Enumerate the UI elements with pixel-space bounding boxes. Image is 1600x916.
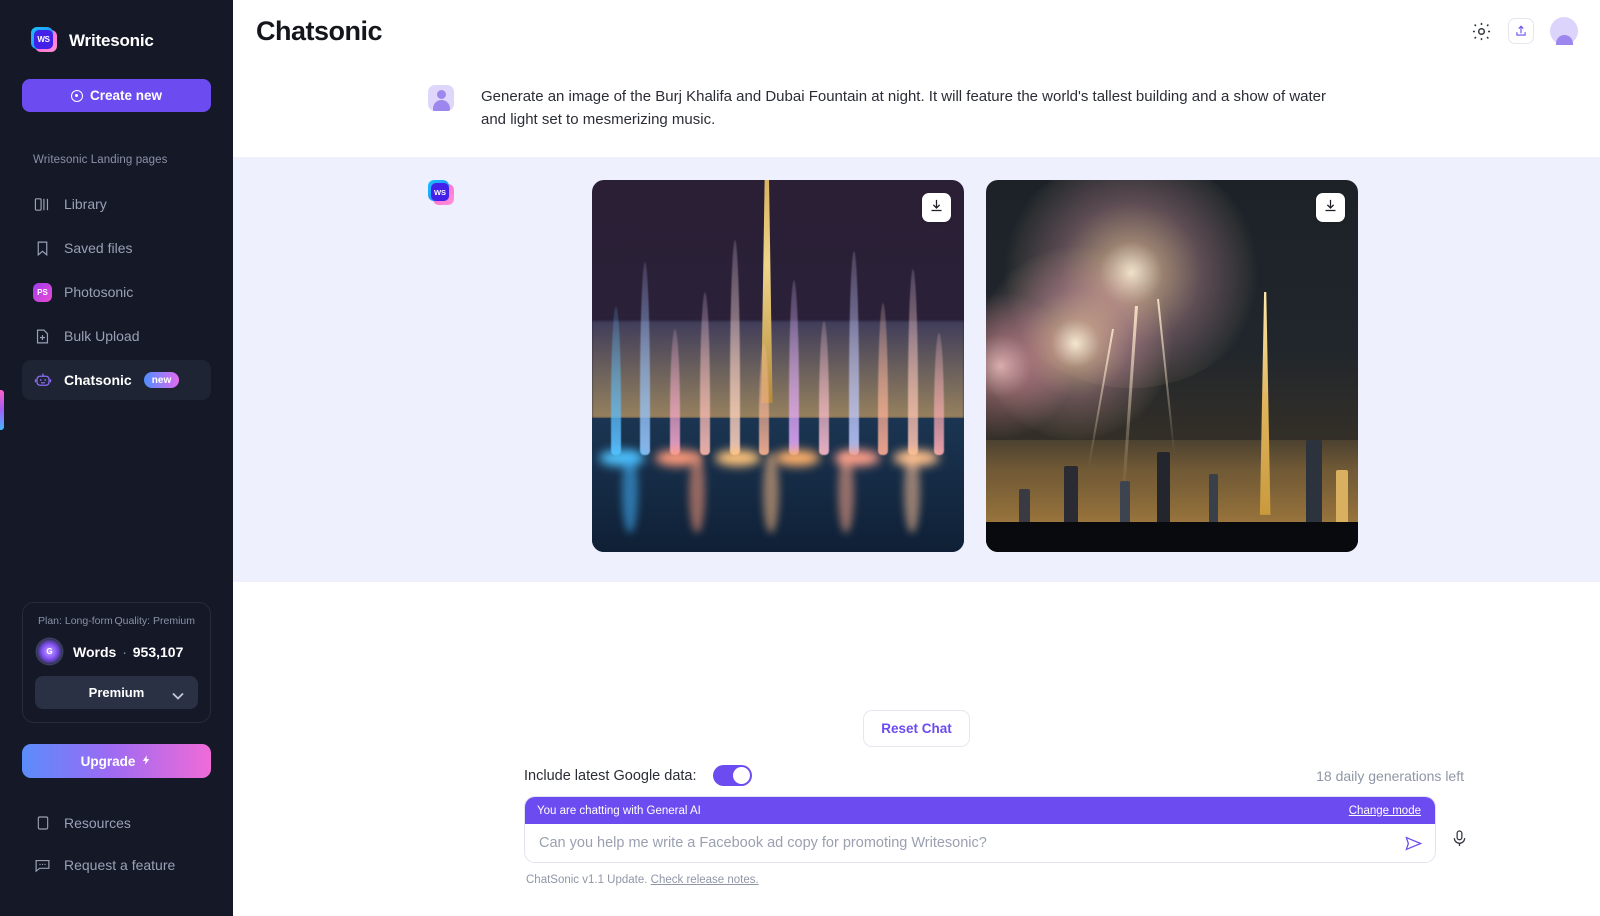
sidebar-item-library[interactable]: Library: [22, 184, 211, 224]
sidebar: WS Writesonic Create new Writesonic Land…: [0, 0, 233, 916]
writesonic-logo-icon: WS: [31, 27, 59, 55]
avatar[interactable]: [1550, 17, 1578, 45]
plan-type: Plan: Long-form: [38, 615, 113, 627]
sidebar-section-label: Writesonic Landing pages: [33, 154, 168, 166]
generated-image-2[interactable]: [986, 180, 1358, 552]
gear-icon[interactable]: [1471, 21, 1492, 42]
new-badge: new: [143, 372, 180, 388]
chat-input[interactable]: [539, 835, 1396, 851]
sidebar-item-label: Bulk Upload: [64, 328, 140, 344]
logo-text: WS: [431, 183, 449, 201]
send-icon[interactable]: [1396, 834, 1423, 853]
robot-icon: [33, 371, 52, 390]
download-button[interactable]: [1316, 193, 1345, 222]
app-root: WS Writesonic Create new Writesonic Land…: [0, 0, 1600, 916]
release-prefix: ChatSonic v1.1 Update.: [526, 874, 648, 886]
brand[interactable]: WS Writesonic: [0, 0, 233, 62]
sidebar-item-label: Chatsonic: [64, 372, 132, 388]
sidebar-item-resources[interactable]: Resources: [22, 804, 211, 842]
message-icon: [33, 856, 52, 875]
sidebar-item-label: Request a feature: [64, 857, 176, 873]
bot-message: WS: [233, 157, 1600, 582]
words-value: 953,107: [132, 643, 184, 660]
upgrade-label: Upgrade: [80, 753, 136, 769]
create-new-button[interactable]: Create new: [22, 79, 211, 112]
sidebar-item-bulk-upload[interactable]: Bulk Upload: [22, 316, 211, 356]
topbar-actions: [1471, 17, 1578, 45]
sidebar-item-saved-files[interactable]: Saved files: [22, 228, 211, 268]
sidebar-item-label: Saved files: [64, 240, 133, 256]
upgrade-button[interactable]: Upgrade: [22, 744, 211, 778]
brand-name: Writesonic: [69, 31, 154, 50]
input-row: [525, 824, 1435, 862]
file-plus-icon: [33, 327, 52, 346]
words-row: G Words · 953,107: [35, 629, 198, 664]
release-notes-link[interactable]: Check release notes.: [651, 874, 759, 886]
user-message: Generate an image of the Burj Khalifa an…: [233, 62, 1600, 157]
sidebar-item-label: Library: [64, 196, 107, 212]
mode-bar: You are chatting with General AI Change …: [525, 797, 1435, 824]
generations-left: 18 daily generations left: [1316, 767, 1464, 784]
sidebar-bottom-nav: Resources Request a feature: [0, 800, 233, 916]
change-mode-link[interactable]: Change mode: [1349, 805, 1421, 817]
mode-text: You are chatting with General AI: [537, 804, 701, 817]
composer-inner: Include latest Google data: 18 daily gen…: [329, 765, 1504, 886]
reset-chat-wrap: Reset Chat: [233, 696, 1600, 747]
logo-text: WS: [34, 30, 53, 49]
input-outer: You are chatting with General AI Change …: [524, 796, 1504, 863]
generated-image-1[interactable]: [592, 180, 964, 552]
sidebar-item-label: Resources: [64, 815, 131, 831]
words-counter: Words · 953,107: [73, 644, 183, 660]
user-avatar-icon: [428, 85, 454, 111]
chat-input-box: You are chatting with General AI Change …: [524, 796, 1436, 863]
chevron-down-icon: [172, 688, 184, 703]
active-indicator-bar: [0, 390, 4, 430]
download-icon: [929, 198, 944, 218]
download-icon: [1323, 198, 1338, 218]
download-button[interactable]: [922, 193, 951, 222]
user-message-text: Generate an image of the Burj Khalifa an…: [481, 88, 1327, 128]
google-data-row: Include latest Google data: 18 daily gen…: [524, 765, 1464, 786]
words-label: Words: [73, 643, 117, 660]
topbar: Chatsonic: [233, 0, 1600, 62]
sidebar-item-chatsonic[interactable]: Chatsonic new: [22, 360, 211, 400]
sidebar-item-label: Photosonic: [64, 284, 134, 300]
google-toggle-group: Include latest Google data:: [524, 765, 752, 786]
words-separator: ·: [122, 643, 127, 660]
quality-select-value: Premium: [88, 685, 145, 700]
google-data-toggle[interactable]: [712, 765, 752, 786]
sidebar-item-photosonic[interactable]: PS Photosonic: [22, 272, 211, 312]
library-icon: [33, 195, 52, 214]
plan-row: Plan: Long-form Quality: Premium: [35, 615, 198, 629]
microphone-icon[interactable]: [1450, 827, 1469, 863]
share-icon[interactable]: [1508, 18, 1534, 44]
main-area: Chatsonic Generate an image of the Burj …: [233, 0, 1600, 916]
page-title: Chatsonic: [256, 15, 383, 46]
reset-chat-button[interactable]: Reset Chat: [863, 710, 970, 747]
words-orb-icon: G: [37, 639, 62, 664]
composer: Reset Chat Include latest Google data: 1…: [233, 696, 1600, 916]
sidebar-nav: Library Saved files PS Photosonic Bulk U…: [0, 180, 233, 404]
lightning-icon: [141, 753, 152, 770]
avatar-icon: [1550, 17, 1578, 45]
book-icon: [33, 814, 52, 833]
photosonic-icon: PS: [33, 282, 52, 302]
create-new-label: Create new: [89, 88, 163, 103]
bookmark-icon: [33, 239, 52, 258]
generated-image-grid: [482, 180, 1358, 552]
writesonic-logo-icon: WS: [428, 180, 455, 207]
google-toggle-label: Include latest Google data:: [524, 767, 697, 784]
chat-scroll-area[interactable]: Generate an image of the Burj Khalifa an…: [233, 62, 1600, 696]
plus-circle-icon: [70, 89, 83, 102]
release-note: ChatSonic v1.1 Update. Check release not…: [524, 874, 1504, 886]
plan-card: Plan: Long-form Quality: Premium G Words…: [22, 602, 211, 723]
quality-select[interactable]: Premium: [35, 676, 198, 709]
plan-quality: Quality: Premium: [114, 615, 195, 627]
sidebar-item-request-a-feature[interactable]: Request a feature: [22, 846, 211, 884]
